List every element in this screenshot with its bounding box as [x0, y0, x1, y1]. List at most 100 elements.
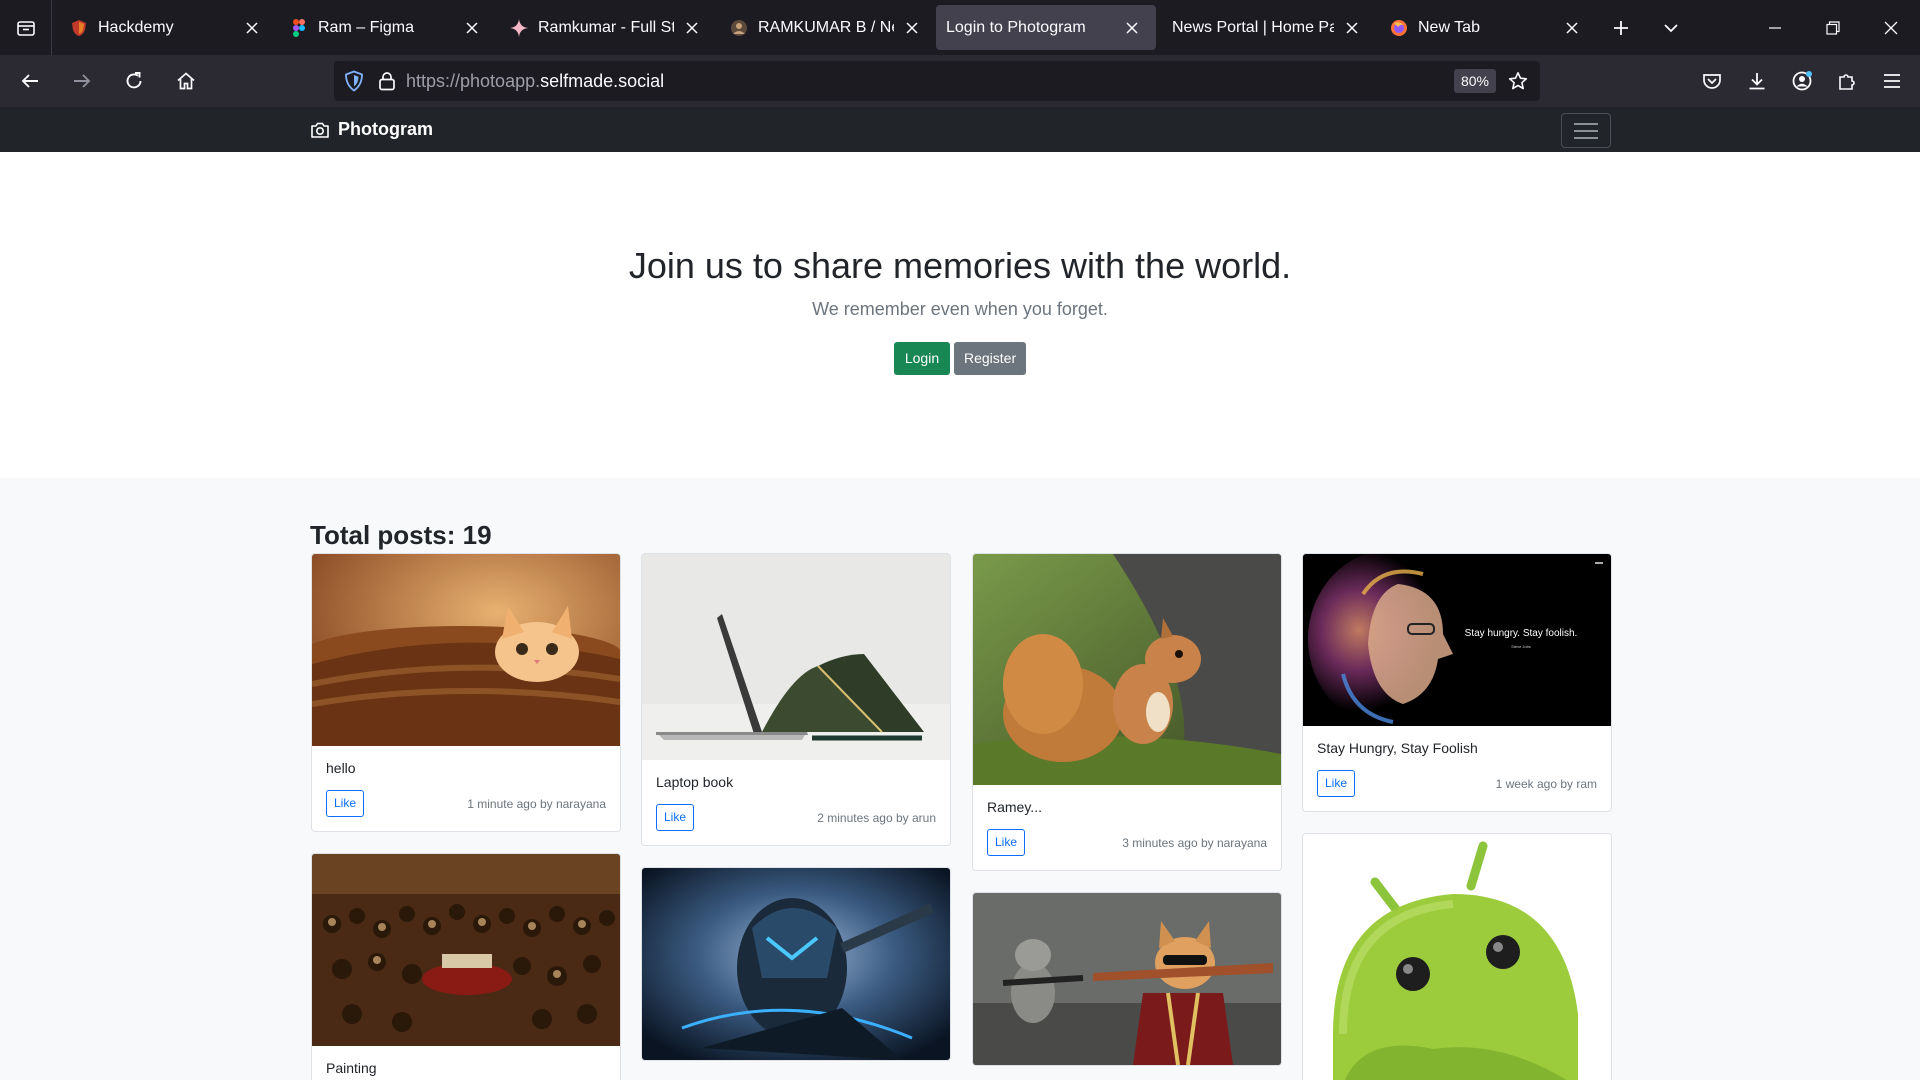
- url-prefix: https://photoapp.: [406, 70, 541, 91]
- close-tab-icon[interactable]: [462, 18, 482, 38]
- tab-ramkumar-full-stack[interactable]: Ramkumar - Full Stack: [496, 5, 716, 50]
- close-window-button[interactable]: [1862, 0, 1920, 55]
- android-mascot-image[interactable]: [1303, 834, 1611, 1080]
- tab-list-icon: [16, 20, 35, 36]
- hamburger-menu-icon: [1574, 122, 1598, 139]
- tab-hackdemy[interactable]: Hackdemy: [56, 5, 276, 50]
- hero-title: Join us to share memories with the world…: [628, 245, 1292, 286]
- post-meta: 1 week ago by ram: [1495, 776, 1597, 791]
- plus-icon: [1614, 20, 1628, 35]
- avatar-favicon-icon: [730, 19, 748, 37]
- brand-name: Photogram: [338, 119, 434, 139]
- brand-link[interactable]: Photogram: [310, 119, 433, 140]
- post-card: Stay hungry. Stay foolish. Steve Jobs St…: [1302, 553, 1612, 812]
- post-card: hello Like 1 minute ago by narayana: [311, 553, 621, 832]
- hamburger-menu-icon: [1884, 74, 1900, 88]
- arrow-right-icon: [74, 74, 91, 88]
- menu-button[interactable]: [1870, 59, 1914, 103]
- poster-author-text: Steve Jobs: [1511, 644, 1531, 649]
- forward-button[interactable]: [60, 59, 104, 103]
- chevron-down-icon: [1664, 23, 1678, 32]
- downloads-button[interactable]: [1735, 59, 1779, 103]
- post-caption: Ramey...: [987, 799, 1042, 815]
- tab-title: Ram – Figma: [318, 18, 415, 36]
- camera-icon: [311, 122, 329, 138]
- post-card: Painting: [311, 853, 621, 1080]
- post-meta: 1 minute ago by narayana: [467, 796, 606, 811]
- like-button[interactable]: Like: [656, 804, 695, 831]
- zoom-level-badge[interactable]: 80%: [1453, 69, 1496, 93]
- tab-ramkumar-news[interactable]: RAMKUMAR B / News: [716, 5, 936, 50]
- steve-jobs-poster-image[interactable]: Stay hungry. Stay foolish. Steve Jobs: [1303, 554, 1611, 726]
- post-card: Laptop book Like 2 minutes ago by arun: [641, 553, 951, 846]
- restore-window-button[interactable]: [1804, 0, 1862, 55]
- hero-section: Join us to share memories with the world…: [0, 155, 1920, 478]
- tab-new-tab[interactable]: New Tab: [1376, 5, 1596, 50]
- puzzle-icon: [1839, 74, 1855, 90]
- browser-tab-bar: Hackdemy Ram – Figma Ramkumar - Full Sta…: [0, 0, 1920, 55]
- close-tab-icon[interactable]: [242, 18, 262, 38]
- robot-wallpaper-image[interactable]: [642, 868, 950, 1060]
- browser-navigation-bar: https://photoapp.selfmade.social 80%: [0, 55, 1920, 107]
- tab-figma[interactable]: Ram – Figma: [276, 5, 496, 50]
- close-tab-icon[interactable]: [1562, 18, 1582, 38]
- cool-cat-bat-image[interactable]: [973, 893, 1281, 1065]
- squirrel-image[interactable]: [973, 554, 1281, 785]
- pocket-button[interactable]: [1690, 59, 1734, 103]
- close-tab-icon[interactable]: [902, 18, 922, 38]
- post-caption: Laptop book: [656, 774, 734, 790]
- figma-favicon-icon: [290, 18, 308, 37]
- crowd-painting-image[interactable]: [312, 854, 620, 1046]
- navbar-toggler-button[interactable]: [1561, 113, 1611, 148]
- new-tab-button[interactable]: [1596, 5, 1646, 50]
- tab-title: Hackdemy: [98, 18, 174, 36]
- total-posts-heading: Total posts: 19: [310, 520, 492, 550]
- tab-login-to-photogram[interactable]: Login to Photogram: [936, 5, 1156, 50]
- tab-title: RAMKUMAR B / News: [758, 18, 894, 36]
- post-card: Ramey... Like 3 minutes ago by narayana: [972, 553, 1282, 871]
- close-tab-icon[interactable]: [1122, 18, 1142, 38]
- post-card: [1302, 833, 1612, 1080]
- restore-icon: [1826, 20, 1840, 35]
- tracking-protection-shield-icon[interactable]: [344, 70, 364, 92]
- url-host: selfmade.social: [540, 70, 665, 91]
- login-button[interactable]: Login: [894, 342, 950, 375]
- webpage: Photogram Join us to share memories with…: [0, 107, 1920, 1080]
- sparkle-favicon-icon: [510, 18, 528, 37]
- lock-icon[interactable]: [378, 71, 396, 91]
- posts-section: Total posts: 19 hello Like 1 minute ago …: [0, 478, 1920, 1080]
- arrow-left-icon: [21, 74, 38, 88]
- kitten-in-basket-image[interactable]: [312, 554, 620, 746]
- bookmark-star-button[interactable]: [1506, 69, 1530, 93]
- hero-subtitle: We remember even when you forget.: [812, 299, 1108, 319]
- url-text[interactable]: https://photoapp.selfmade.social: [406, 71, 664, 92]
- tab-title: Ramkumar - Full Stack: [538, 18, 674, 36]
- register-button[interactable]: Register: [954, 342, 1026, 375]
- app-navbar: Photogram: [0, 107, 1920, 155]
- tab-news-portal[interactable]: News Portal | Home Page: [1156, 5, 1376, 50]
- pocket-icon: [1703, 74, 1721, 89]
- like-button[interactable]: Like: [1317, 770, 1356, 797]
- star-icon: [1508, 72, 1528, 90]
- extensions-button[interactable]: [1825, 59, 1869, 103]
- download-icon: [1749, 73, 1765, 90]
- minimize-window-button[interactable]: [1746, 0, 1804, 55]
- close-tab-icon[interactable]: [682, 18, 702, 38]
- like-button[interactable]: Like: [326, 790, 365, 817]
- back-button[interactable]: [8, 59, 52, 103]
- post-meta: 3 minutes ago by narayana: [1122, 835, 1267, 850]
- account-button[interactable]: [1780, 59, 1824, 103]
- close-tab-icon[interactable]: [1342, 18, 1362, 38]
- tab-list-button[interactable]: [0, 0, 52, 55]
- post-caption: Painting: [326, 1060, 377, 1076]
- post-card: [972, 892, 1282, 1066]
- address-bar[interactable]: https://photoapp.selfmade.social 80%: [334, 61, 1540, 101]
- poster-quote-text: Stay hungry. Stay foolish.: [1465, 628, 1578, 639]
- laptop-image[interactable]: [642, 554, 950, 760]
- post-caption: hello: [326, 760, 356, 776]
- home-button[interactable]: [164, 59, 208, 103]
- reload-button[interactable]: [112, 59, 156, 103]
- list-all-tabs-button[interactable]: [1646, 5, 1696, 50]
- reload-icon: [126, 72, 142, 89]
- like-button[interactable]: Like: [987, 829, 1026, 856]
